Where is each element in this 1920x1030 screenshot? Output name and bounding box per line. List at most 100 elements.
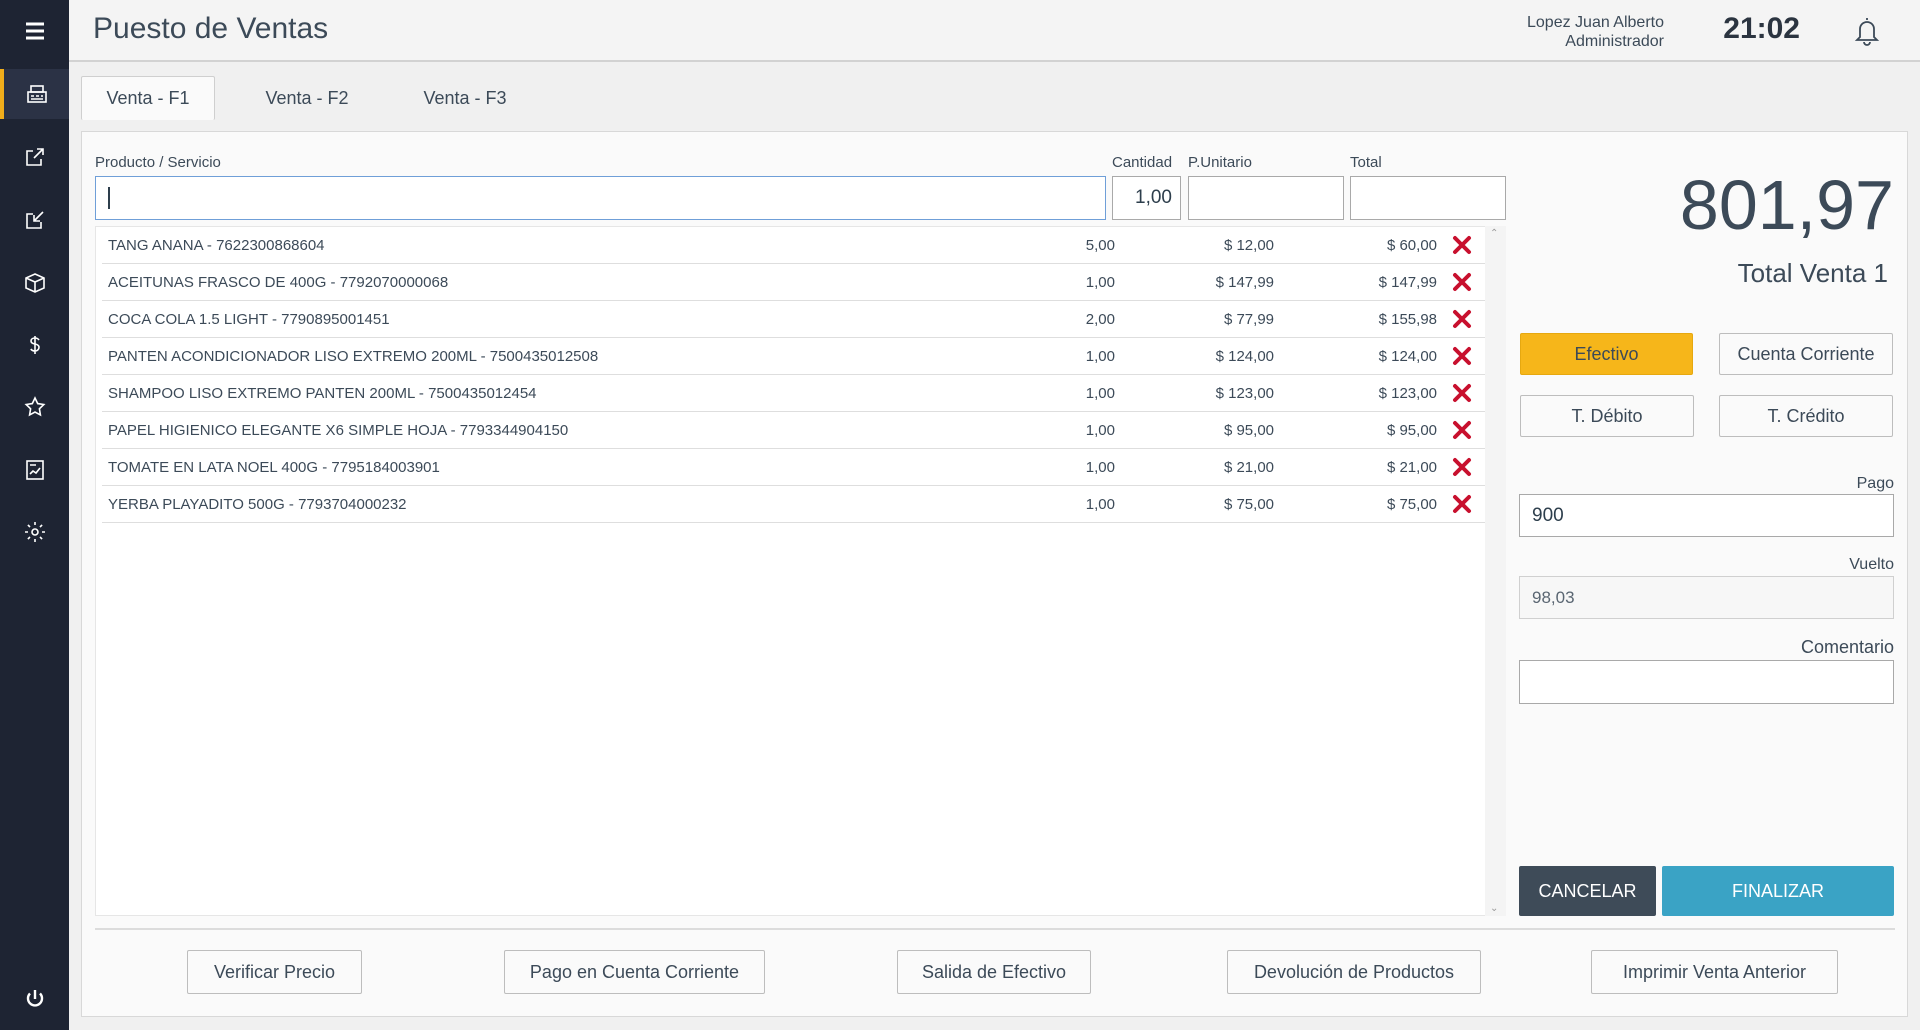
payment-cash-button[interactable]: Efectivo [1520, 333, 1693, 375]
scroll-up-icon[interactable]: ⌃ [1490, 228, 1498, 239]
item-total: $ 75,00 [1386, 496, 1437, 513]
item-unit-price: $ 124,00 [1215, 348, 1274, 365]
table-row[interactable]: TANG ANANA - 7622300868604 5,00 $ 12,00 $ 6… [102, 227, 1485, 264]
delete-item-icon[interactable] [1451, 456, 1473, 478]
app-header: Puesto de Ventas Lopez Juan Alberto Admi… [69, 0, 1920, 62]
text-caret [108, 187, 110, 209]
import-icon [25, 211, 44, 229]
item-quantity: 1,00 [1085, 422, 1115, 439]
item-total: $ 95,00 [1386, 422, 1437, 439]
product-search-input[interactable] [95, 176, 1106, 220]
item-total: $ 155,98 [1378, 311, 1437, 328]
item-name: COCA COLA 1.5 LIGHT - 7790895001451 [108, 311, 390, 328]
item-quantity: 1,00 [1085, 496, 1115, 513]
sidebar-item-products[interactable] [0, 258, 69, 308]
pago-input[interactable]: 900 [1519, 494, 1894, 537]
sidebar-item-logout[interactable] [0, 974, 69, 1024]
item-quantity: 1,00 [1085, 385, 1115, 402]
table-row[interactable]: PANTEN ACONDICIONADOR LISO EXTREMO 200ML… [102, 338, 1485, 375]
user-role: Administrador [1565, 33, 1664, 50]
report-icon [25, 460, 44, 480]
delete-item-icon[interactable] [1451, 382, 1473, 404]
page-title: Puesto de Ventas [93, 12, 329, 45]
item-name: SHAMPOO LISO EXTREMO PANTEN 200ML - 7500… [108, 385, 537, 402]
item-quantity: 5,00 [1085, 237, 1115, 254]
table-row[interactable]: YERBA PLAYADITO 500G - 7793704000232 1,00… [102, 486, 1485, 523]
total-label: Total [1350, 154, 1382, 171]
sale-total-amount: 801,97 [1679, 166, 1894, 244]
reprint-sale-button[interactable]: Imprimir Venta Anterior [1591, 950, 1838, 994]
user-name: Lopez Juan Alberto [1527, 14, 1664, 31]
unit-price-input[interactable] [1188, 176, 1344, 220]
product-label: Producto / Servicio [95, 154, 221, 171]
scroll-down-icon[interactable]: ⌄ [1490, 903, 1498, 914]
sidebar-item-exit[interactable] [0, 132, 69, 182]
star-icon [23, 396, 46, 417]
quantity-input[interactable]: 1,00 [1112, 176, 1181, 220]
footer-divider [95, 928, 1895, 930]
hamburger-menu-icon[interactable] [0, 0, 69, 62]
delete-item-icon[interactable] [1451, 419, 1473, 441]
item-unit-price: $ 12,00 [1223, 237, 1274, 254]
sidebar [0, 0, 69, 1030]
payment-account-button[interactable]: Cuenta Corriente [1719, 333, 1893, 375]
item-total: $ 147,99 [1378, 274, 1437, 291]
table-row[interactable]: SHAMPOO LISO EXTREMO PANTEN 200ML - 7500… [102, 375, 1485, 412]
sidebar-item-settings[interactable] [0, 507, 69, 557]
cash-out-button[interactable]: Salida de Efectivo [897, 950, 1091, 994]
clock: 21:02 [1723, 12, 1800, 45]
line-total-input[interactable] [1350, 176, 1506, 220]
box-icon [24, 273, 45, 293]
table-row[interactable]: TOMATE EN LATA NOEL 400G - 7795184003901… [102, 449, 1485, 486]
item-name: ACEITUNAS FRASCO DE 400G - 7792070000068 [108, 274, 449, 291]
delete-item-icon[interactable] [1451, 271, 1473, 293]
payment-debit-button[interactable]: T. Débito [1520, 395, 1694, 437]
item-name: PANTEN ACONDICIONADOR LISO EXTREMO 200ML… [108, 348, 599, 365]
comentario-input[interactable] [1519, 660, 1894, 704]
quantity-label: Cantidad [1112, 154, 1173, 171]
item-unit-price: $ 21,00 [1223, 459, 1274, 476]
account-payment-button[interactable]: Pago en Cuenta Corriente [504, 950, 765, 994]
payment-credit-button[interactable]: T. Crédito [1719, 395, 1893, 437]
finish-button[interactable]: FINALIZAR [1662, 866, 1894, 916]
item-total: $ 60,00 [1386, 237, 1437, 254]
sidebar-item-favorites[interactable] [0, 382, 69, 432]
delete-item-icon[interactable] [1451, 345, 1473, 367]
delete-item-icon[interactable] [1451, 234, 1473, 256]
sale-items-list: TANG ANANA - 7622300868604 5,00 $ 12,00 $ 6… [95, 226, 1486, 916]
dollar-icon [29, 336, 40, 354]
tab-venta-f2[interactable]: Venta - F2 [240, 76, 374, 120]
table-row[interactable]: PAPEL HIGIENICO ELEGANTE X6 SIMPLE HOJA … [102, 412, 1485, 449]
notification-bell-icon[interactable] [1852, 15, 1882, 47]
item-unit-price: $ 77,99 [1223, 311, 1274, 328]
item-unit-price: $ 123,00 [1215, 385, 1274, 402]
item-name: YERBA PLAYADITO 500G - 7793704000232 [108, 496, 407, 513]
sidebar-item-cash[interactable] [0, 320, 69, 370]
item-quantity: 1,00 [1085, 274, 1115, 291]
table-row[interactable]: ACEITUNAS FRASCO DE 400G - 7792070000068… [102, 264, 1485, 301]
tab-venta-f3[interactable]: Venta - F3 [398, 76, 532, 120]
product-return-button[interactable]: Devolución de Productos [1227, 950, 1481, 994]
item-total: $ 123,00 [1378, 385, 1437, 402]
item-unit-price: $ 147,99 [1215, 274, 1274, 291]
cancel-button[interactable]: CANCELAR [1519, 866, 1656, 916]
vuelto-field: 98,03 [1519, 576, 1894, 619]
sidebar-item-reports[interactable] [0, 445, 69, 495]
list-scrollbar[interactable]: ⌃ ⌄ [1485, 226, 1506, 916]
vuelto-label: Vuelto [1849, 556, 1894, 573]
sidebar-item-sales[interactable] [0, 69, 69, 119]
verify-price-button[interactable]: Verificar Precio [187, 950, 362, 994]
pago-label: Pago [1856, 475, 1894, 492]
delete-item-icon[interactable] [1451, 493, 1473, 515]
tab-venta-f1[interactable]: Venta - F1 [81, 76, 215, 120]
cash-register-icon [26, 85, 47, 103]
item-quantity: 1,00 [1085, 459, 1115, 476]
item-unit-price: $ 75,00 [1223, 496, 1274, 513]
delete-item-icon[interactable] [1451, 308, 1473, 330]
item-quantity: 2,00 [1085, 311, 1115, 328]
item-total: $ 21,00 [1386, 459, 1437, 476]
table-row[interactable]: COCA COLA 1.5 LIGHT - 7790895001451 2,00 $… [102, 301, 1485, 338]
unit-price-label: P.Unitario [1188, 154, 1252, 171]
sidebar-item-entry[interactable] [0, 195, 69, 245]
user-info: Lopez Juan Alberto Administrador [1527, 13, 1664, 51]
